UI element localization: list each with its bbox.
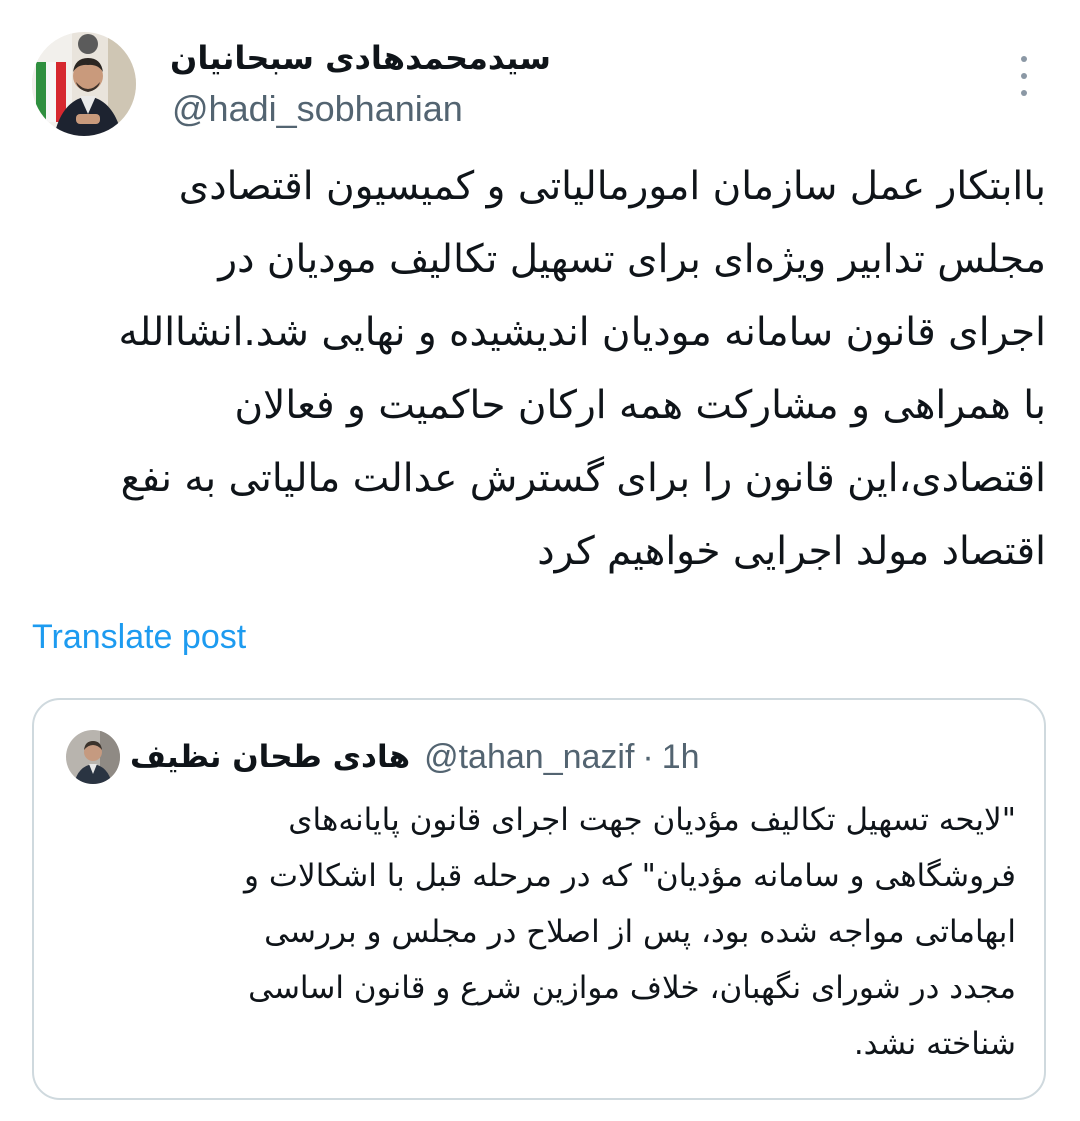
quoted-post-header: هادی طحان نظیف @tahan_nazif · 1h — [130, 732, 700, 782]
header-separator: · — [642, 737, 654, 776]
post-text: باابتکار عمل سازمان امورمالیاتی و کمیسیو… — [32, 150, 1047, 588]
author-avatar[interactable] — [32, 32, 136, 136]
post-text-line: اقتصاد مولد اجرایی خواهیم کرد — [537, 529, 1046, 574]
quoted-author-avatar[interactable] — [66, 730, 120, 784]
quoted-author-name[interactable]: هادی طحان نظیف — [130, 739, 410, 775]
quoted-post-card[interactable]: هادی طحان نظیف @tahan_nazif · 1h "لایحه … — [32, 698, 1046, 1100]
quoted-post-timestamp[interactable]: 1h — [662, 738, 700, 777]
quoted-text-line: ابهاماتی مواجه شده بود، پس از اصلاح در م… — [264, 914, 1016, 950]
author-display-name[interactable]: سیدمحمدهادی سبحانیان — [170, 36, 570, 80]
quoted-text-line: فروشگاهی و سامانه مؤدیان" که در مرحله قب… — [244, 858, 1016, 894]
more-vertical-icon — [1021, 90, 1027, 96]
quoted-text-line: مجدد در شورای نگهبان، خلاف موازین شرع و … — [248, 970, 1016, 1006]
quoted-text-line: "لایحه تسهیل تکالیف مؤدیان جهت اجرای قان… — [288, 802, 1016, 838]
post-text-line: با همراهی و مشارکت همه ارکان حاکمیت و فع… — [234, 383, 1046, 428]
translate-post-link[interactable]: Translate post — [32, 614, 246, 660]
more-options-button[interactable] — [1010, 56, 1038, 96]
post-text-line: اقتصادی،این قانون را برای گسترش عدالت ما… — [120, 456, 1046, 501]
tweet-card: سیدمحمدهادی سبحانیان @hadi_sobhanian باا… — [0, 0, 1080, 1121]
quoted-author-avatar-image — [66, 730, 120, 784]
author-handle[interactable]: @hadi_sobhanian — [172, 86, 463, 132]
post-text-line: مجلس تدابیر ویژه‌ای برای تسهیل تکالیف مو… — [218, 237, 1046, 282]
quoted-post-text: "لایحه تسهیل تکالیف مؤدیان جهت اجرای قان… — [94, 792, 1016, 1072]
post-text-line: باابتکار عمل سازمان امورمالیاتی و کمیسیو… — [178, 164, 1046, 209]
author-avatar-image — [32, 32, 136, 136]
quoted-author-handle[interactable]: @tahan_nazif — [424, 738, 634, 777]
post-text-line: اجرای قانون سامانه مودیان اندیشیده و نها… — [118, 310, 1047, 355]
more-vertical-icon — [1021, 56, 1027, 62]
more-vertical-icon — [1021, 73, 1027, 79]
quoted-text-line: شناخته نشد. — [853, 1026, 1016, 1062]
